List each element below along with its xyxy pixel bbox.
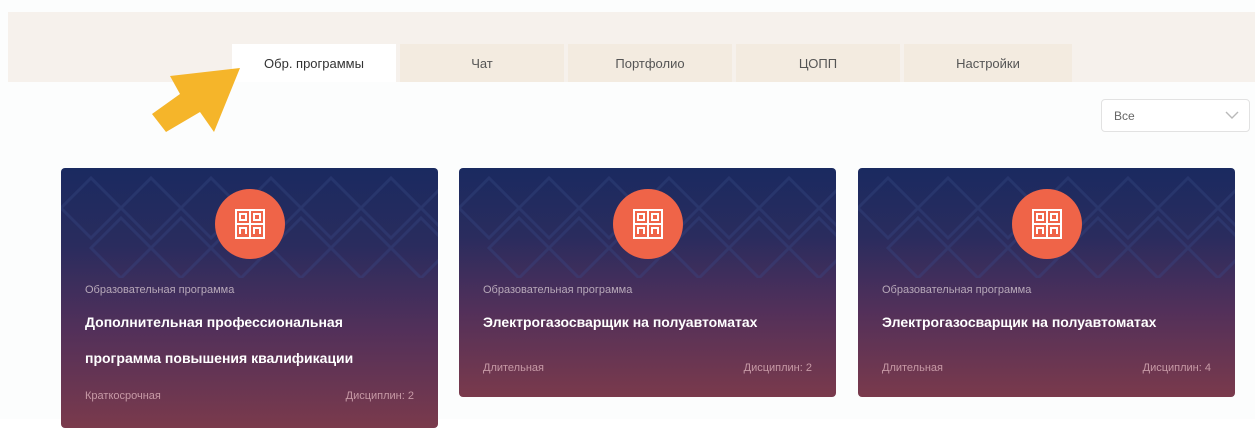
copp-logo-icon	[612, 189, 683, 259]
program-card[interactable]: Образовательная программа Электрогазосва…	[459, 168, 836, 397]
card-kicker: Образовательная программа	[483, 284, 633, 296]
tab-portfolio[interactable]: Портфолио	[568, 44, 732, 82]
filter-select-value: Все	[1114, 108, 1135, 123]
copp-logo-icon	[214, 189, 285, 259]
tab-programs[interactable]: Обр. программы	[232, 44, 396, 82]
card-duration: Краткосрочная	[85, 390, 161, 402]
tab-chat[interactable]: Чат	[400, 44, 564, 82]
card-disciplines: Дисциплин: 2	[345, 390, 414, 402]
chevron-down-icon	[1225, 111, 1239, 119]
card-kicker: Образовательная программа	[85, 284, 235, 296]
filter-select[interactable]: Все	[1101, 99, 1250, 132]
card-duration: Длительная	[483, 362, 544, 374]
tab-bar: Обр. программы Чат Портфолио ЦОПП Настро…	[232, 44, 1072, 82]
card-kicker: Образовательная программа	[882, 284, 1032, 296]
copp-logo-icon	[1011, 189, 1082, 259]
tab-copp[interactable]: ЦОПП	[736, 44, 900, 82]
card-disciplines: Дисциплин: 2	[743, 362, 812, 374]
tab-settings[interactable]: Настройки	[904, 44, 1072, 82]
program-card[interactable]: Образовательная программа Дополнительная…	[61, 168, 438, 428]
card-disciplines: Дисциплин: 4	[1142, 362, 1211, 374]
card-title: Дополнительная профессиональная программ…	[85, 314, 354, 366]
card-duration: Длительная	[882, 362, 943, 374]
card-title: Электрогазосварщик на полуавтоматах	[882, 314, 1157, 330]
arrow-pointer-icon	[152, 68, 240, 132]
card-title: Электрогазосварщик на полуавтоматах	[483, 314, 758, 330]
program-card[interactable]: Образовательная программа Электрогазосва…	[858, 168, 1235, 397]
